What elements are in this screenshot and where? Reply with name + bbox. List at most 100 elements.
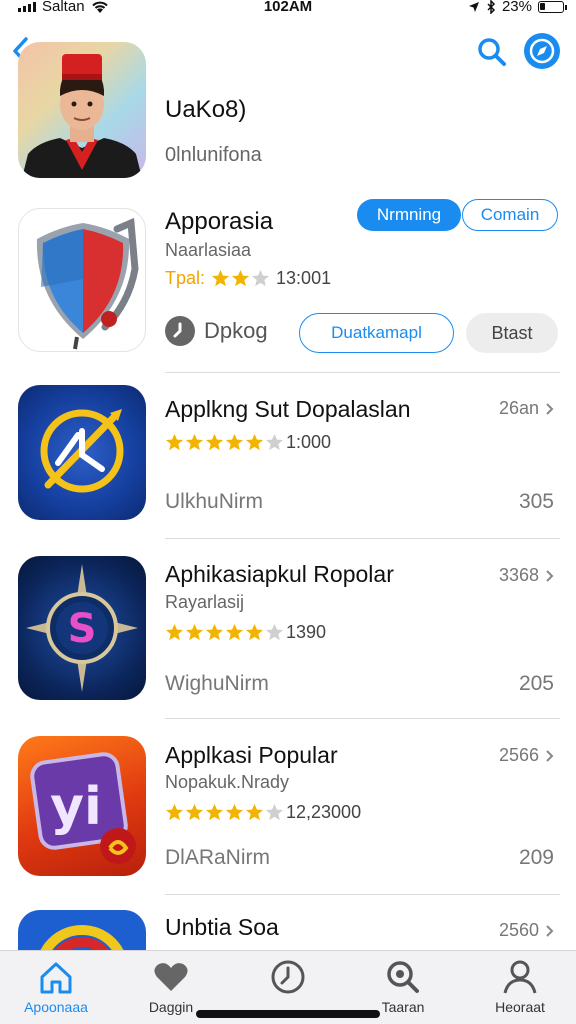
search-icon <box>478 38 506 66</box>
clock-icon <box>271 960 305 994</box>
star-filled-icon <box>185 803 204 821</box>
app-title[interactable]: Applkasi Popular <box>165 742 338 769</box>
rating-stars <box>165 803 284 822</box>
chevron-right-icon <box>546 749 554 762</box>
header-avatar <box>18 42 146 178</box>
tab-profile[interactable]: Heoraat <box>470 959 570 1019</box>
shield-icon <box>36 217 139 350</box>
star-filled-icon <box>225 433 244 451</box>
chevron-right-icon <box>546 402 554 415</box>
app-right-info[interactable]: 2560 <box>499 920 554 941</box>
page-subtitle: 0lnlunifona <box>165 144 262 166</box>
star-filled-icon <box>245 433 264 451</box>
app-meta: WighuNirm <box>165 672 269 695</box>
star-empty-icon <box>265 803 284 821</box>
featured-rating-count: 13:001 <box>276 268 332 288</box>
app-title[interactable]: Applkng Sut Dopalaslan <box>165 396 411 423</box>
app-count: 205 <box>518 672 554 695</box>
featured-rating: Tpal: 13:001 <box>165 268 331 289</box>
battery-percent: 23% <box>501 0 532 15</box>
tab-label: Apoonaaa <box>24 999 88 1015</box>
divider <box>165 894 560 895</box>
svg-text:yi: yi <box>50 777 102 837</box>
star-filled-icon <box>165 623 184 641</box>
star-filled-icon <box>211 269 230 287</box>
person-portrait-icon <box>22 54 142 178</box>
app-meta: UlkhuNirm <box>165 490 264 513</box>
star-filled-icon <box>231 269 250 287</box>
app-rating: 12,23000 <box>165 802 361 823</box>
tab-apps[interactable]: Apoonaaa <box>6 959 106 1019</box>
star-filled-icon <box>225 623 244 641</box>
clock-badge-icon <box>165 316 195 346</box>
app-subtitle: Nopakuk.Nrady <box>165 772 290 792</box>
app-rating: 1390 <box>165 622 326 643</box>
star-filled-icon <box>165 803 184 821</box>
app-right-label: 2560 <box>498 920 539 940</box>
divider <box>165 538 560 539</box>
compass-s-icon: S <box>26 564 138 692</box>
app-count: 305 <box>518 490 554 513</box>
yi-app-icon: yi <box>30 752 136 864</box>
app-icon-compass-s[interactable]: S <box>18 556 146 700</box>
rating-stars <box>165 433 284 452</box>
app-title[interactable]: Aphikasiapkul Ropolar <box>165 561 394 588</box>
star-filled-icon <box>245 623 264 641</box>
home-icon <box>40 962 72 994</box>
app-rating: 1:000 <box>165 432 331 453</box>
featured-app-icon[interactable] <box>18 208 146 352</box>
rating-count: 12,23000 <box>286 802 362 822</box>
search-icon <box>387 961 419 993</box>
app-title[interactable]: Unbtia Soa <box>165 914 279 941</box>
divider <box>165 718 560 719</box>
app-right-info[interactable]: 2566 <box>499 745 554 766</box>
chevron-right-icon <box>546 569 554 582</box>
status-right: 23% <box>468 0 567 15</box>
star-filled-icon <box>205 623 224 641</box>
star-filled-icon <box>245 803 264 821</box>
featured-action-button[interactable]: Duatkamapl <box>299 313 454 353</box>
star-filled-icon <box>185 623 204 641</box>
star-empty-icon <box>265 433 284 451</box>
compass-icon <box>529 38 555 64</box>
featured-app-subtitle: Naarlasiaa <box>165 240 252 260</box>
chevron-right-icon <box>546 924 554 937</box>
tab-label: Heoraat <box>495 999 545 1015</box>
app-right-label: 26an <box>498 398 539 418</box>
star-empty-icon <box>265 623 284 641</box>
heart-icon <box>154 963 188 991</box>
outline-pill-button[interactable]: Comain <box>462 199 558 231</box>
clock-arrow-icon <box>40 409 124 493</box>
rating-count: 1390 <box>286 622 327 642</box>
app-icon-yi[interactable]: yi <box>18 736 146 876</box>
home-indicator <box>196 1010 380 1018</box>
bluetooth-icon <box>487 0 496 14</box>
rating-stars <box>165 623 284 642</box>
page-title: UaKo8) <box>165 96 247 123</box>
app-right-label: 2566 <box>498 745 539 765</box>
star-filled-icon <box>225 803 244 821</box>
search-button[interactable] <box>474 34 510 70</box>
person-icon <box>503 960 537 994</box>
app-right-info[interactable]: 26an <box>499 398 554 419</box>
battery-icon <box>538 0 567 13</box>
star-filled-icon <box>205 433 224 451</box>
rating-count: 1:000 <box>286 432 332 452</box>
featured-grey-button[interactable]: Btast <box>466 313 558 353</box>
svg-text:S: S <box>68 606 97 652</box>
featured-rating-label: Tpal: <box>165 268 206 288</box>
battery-level <box>540 2 545 10</box>
app-right-label: 3368 <box>498 565 539 585</box>
divider <box>165 372 560 373</box>
app-count: 209 <box>518 846 554 869</box>
star-filled-icon <box>185 433 204 451</box>
star-filled-icon <box>205 803 224 821</box>
app-right-info[interactable]: 3368 <box>499 565 554 586</box>
featured-tag-label: Dpkog <box>204 318 268 343</box>
featured-app-title: Apporasia <box>165 208 274 235</box>
primary-pill-button[interactable]: Nrmning <box>357 199 461 231</box>
star-empty-icon <box>251 269 270 287</box>
app-icon-clock-arrow[interactable] <box>18 385 146 520</box>
location-icon <box>468 1 479 12</box>
compass-button[interactable] <box>524 33 560 69</box>
